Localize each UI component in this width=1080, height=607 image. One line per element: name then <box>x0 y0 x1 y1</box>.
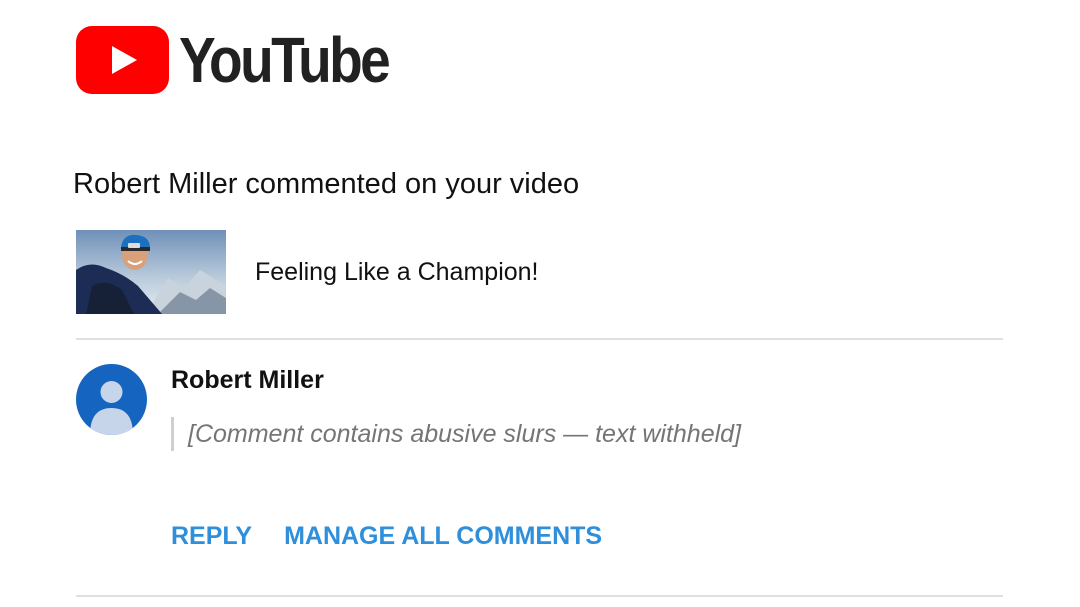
default-user-avatar <box>76 364 147 435</box>
manage-all-comments-button[interactable]: MANAGE ALL COMMENTS <box>284 522 602 551</box>
comment-text: [Comment contains abusive slurs — text w… <box>171 417 1001 451</box>
divider <box>76 595 1003 597</box>
notification-headline: Robert Miller commented on your video <box>73 168 580 200</box>
video-link[interactable]: Feeling Like a Champion! <box>76 230 539 314</box>
youtube-logo[interactable]: YouTube <box>76 26 422 94</box>
divider <box>76 338 1003 340</box>
comment-actions: REPLY MANAGE ALL COMMENTS <box>171 522 602 551</box>
comment-body: Robert Miller [Comment contains abusive … <box>171 366 1001 451</box>
notification-email: YouTube Robert Miller commented on your … <box>0 0 1080 607</box>
youtube-wordmark: YouTube <box>179 24 391 96</box>
video-title[interactable]: Feeling Like a Champion! <box>255 258 539 287</box>
comment-author: Robert Miller <box>171 366 324 394</box>
reply-button[interactable]: REPLY <box>171 522 252 551</box>
youtube-play-icon <box>76 26 169 94</box>
video-thumbnail[interactable] <box>76 230 226 314</box>
